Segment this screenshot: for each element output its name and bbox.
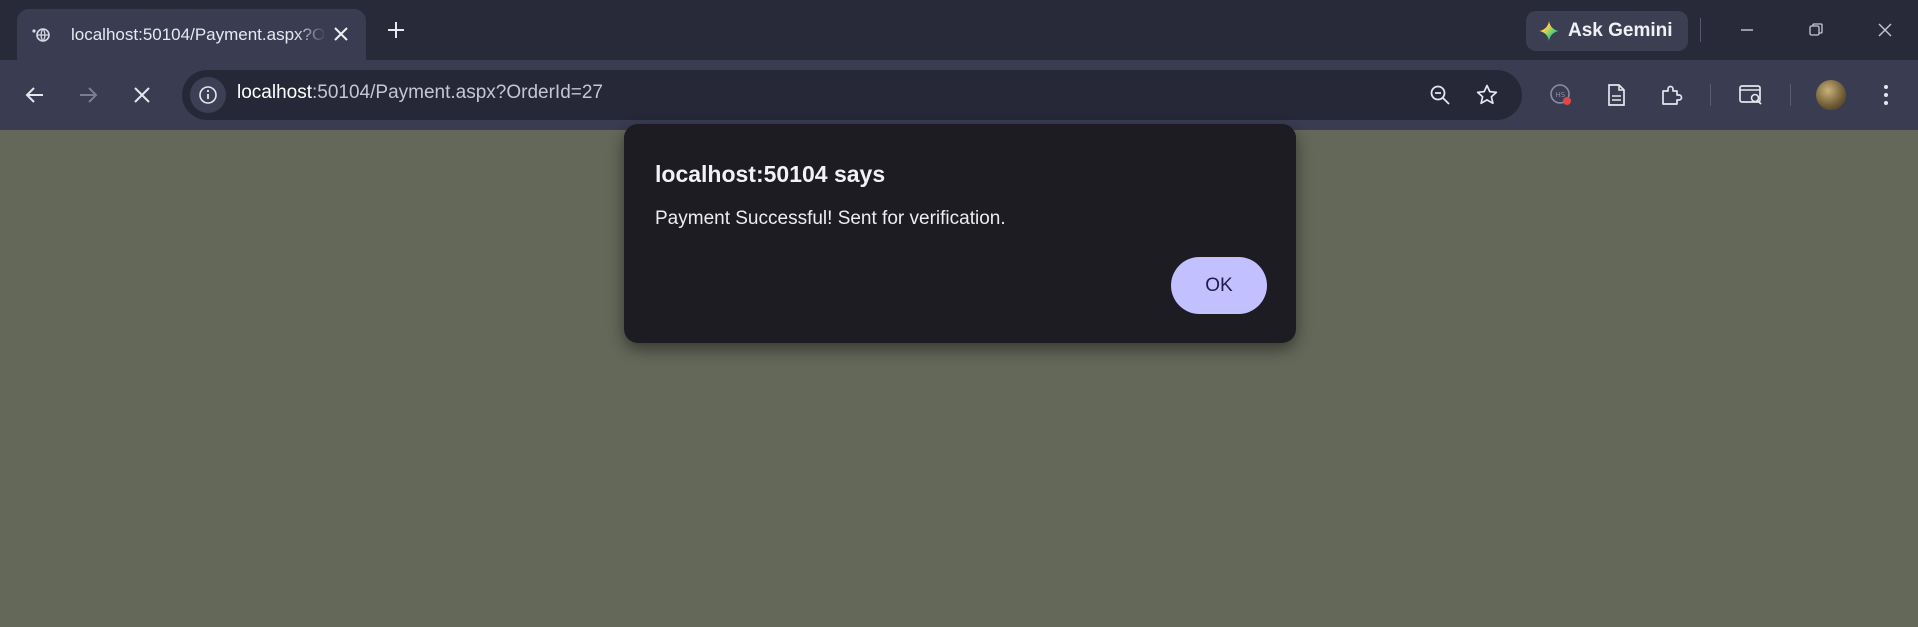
url-host: localhost: [237, 82, 312, 103]
document-icon[interactable]: [1598, 77, 1634, 113]
avatar: [1816, 80, 1846, 110]
browser-toolbar: localhost:50104/Payment.aspx?OrderId=27 …: [0, 60, 1918, 130]
divider: [1790, 84, 1791, 106]
zoom-out-icon[interactable]: [1427, 82, 1453, 108]
close-icon: [1878, 23, 1892, 37]
tab-search-icon[interactable]: [1733, 77, 1769, 113]
ok-button[interactable]: OK: [1171, 257, 1267, 314]
info-icon: [199, 86, 217, 104]
restore-icon: [1809, 23, 1823, 36]
svg-text:HS: HS: [1556, 91, 1566, 99]
divider: [1710, 84, 1711, 106]
kebab-menu-icon[interactable]: [1868, 77, 1904, 113]
arrow-right-icon: [80, 87, 98, 103]
stop-loading-button[interactable]: [124, 77, 160, 113]
close-icon: [134, 87, 150, 103]
arrow-left-icon: [25, 87, 43, 103]
dialog-message: Payment Successful! Sent for verificatio…: [655, 208, 1006, 229]
url-path: :50104/Payment.aspx?OrderId=27: [312, 82, 603, 103]
browser-tab[interactable]: localhost:50104/Payment.aspx?OrderId=27: [17, 9, 366, 60]
window-close-button[interactable]: [1868, 14, 1902, 46]
minimize-button[interactable]: [1730, 14, 1764, 46]
minimize-icon: [1741, 29, 1753, 31]
restore-button[interactable]: [1799, 14, 1833, 46]
new-tab-button[interactable]: [382, 16, 410, 44]
gemini-sparkle-icon: [1538, 20, 1560, 42]
tab-title: localhost:50104/Payment.aspx?OrderId=27: [71, 24, 326, 44]
dialog-title: localhost:50104 says: [655, 161, 886, 187]
ask-gemini-label: Ask Gemini: [1568, 20, 1673, 41]
extension-badge-icon[interactable]: HS: [1543, 77, 1579, 113]
puzzle-icon[interactable]: [1653, 77, 1689, 113]
forward-button[interactable]: [70, 77, 106, 113]
site-info-button[interactable]: [190, 77, 226, 113]
divider: [1700, 18, 1701, 42]
alert-dialog: localhost:50104 says Payment Successful!…: [624, 124, 1296, 343]
back-button[interactable]: [17, 77, 53, 113]
plus-icon: [388, 22, 404, 38]
loading-globe-icon: [31, 25, 51, 45]
tab-strip: localhost:50104/Payment.aspx?OrderId=27: [0, 0, 1918, 60]
close-icon[interactable]: [330, 23, 352, 45]
profile-avatar[interactable]: [1813, 77, 1849, 113]
url-text[interactable]: localhost:50104/Payment.aspx?OrderId=27: [237, 82, 603, 104]
address-bar[interactable]: localhost:50104/Payment.aspx?OrderId=27: [182, 70, 1522, 120]
star-icon[interactable]: [1474, 82, 1500, 108]
ask-gemini-button[interactable]: Ask Gemini: [1526, 11, 1688, 51]
